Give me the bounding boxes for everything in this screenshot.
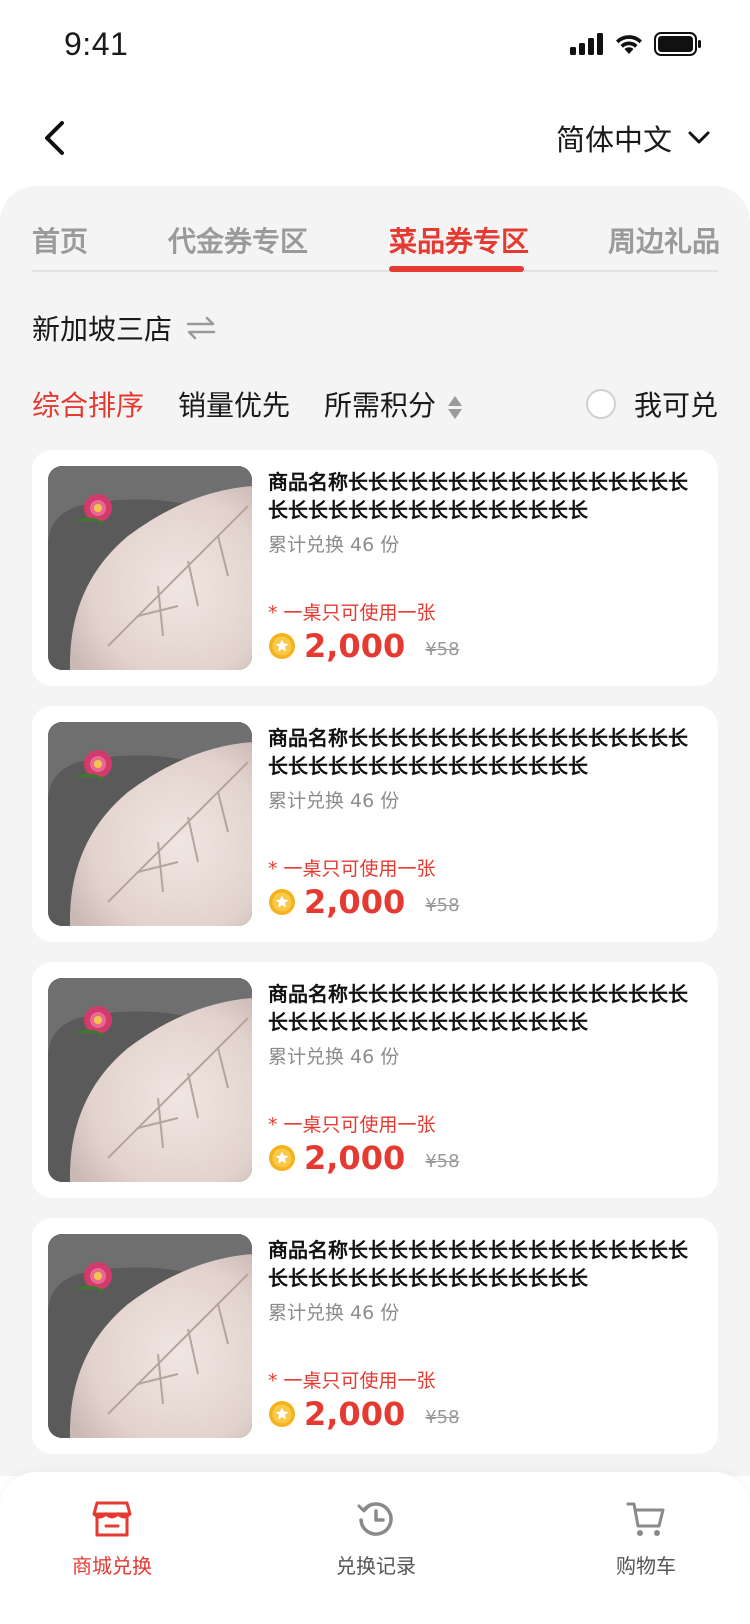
product-card[interactable]: 商品名称长长长长长长长长长长长长长长长长长长长长长长长长长长长长长长长长长 累计… (32, 1218, 718, 1454)
nav-bar: 简体中文 (0, 88, 750, 188)
sort-sales[interactable]: 销量优先 (178, 384, 290, 424)
redeemable-radio[interactable] (585, 389, 616, 419)
bottom-tab-label: 商城兑换 (72, 1554, 152, 1578)
product-sold-count: 累计兑换 46 份 (268, 790, 400, 812)
product-name: 商品名称长长长长长长长长长长长长长长长长长长长长长长长长长长长长长长长长长 (268, 1238, 688, 1290)
product-name: 商品名称长长长长长长长长长长长长长长长长长长长长长长长长长长长长长长长长长 (268, 726, 688, 778)
tab-home[interactable]: 首页 (32, 220, 88, 260)
wifi-icon (616, 35, 642, 54)
bottom-tab-label: 购物车 (616, 1554, 676, 1578)
back-button[interactable] (42, 108, 82, 168)
tab-active-indicator (389, 266, 524, 272)
product-sold-count: 累计兑换 46 份 (268, 1046, 400, 1068)
bottom-tab-shop[interactable]: 商城兑换 (32, 1500, 192, 1579)
battery-icon (654, 32, 701, 56)
product-image (48, 978, 252, 1182)
product-points: 2,000 (304, 1395, 406, 1433)
points-coin-icon (269, 1401, 295, 1427)
store-name: 新加坡三店 (32, 313, 173, 346)
cart-icon (626, 1502, 665, 1536)
product-original-price: ¥58 (425, 1150, 460, 1172)
product-name: 商品名称长长长长长长长长长长长长长长长长长长长长长长长长长长长长长长长长长 (268, 470, 688, 522)
product-card[interactable]: 商品名称长长长长长长长长长长长长长长长长长长长长长长长长长长长长长长长长长 累计… (32, 962, 718, 1198)
redeemable-label: 我可兑 (633, 389, 718, 422)
product-image (48, 722, 252, 926)
redeemable-filter[interactable]: 我可兑 (585, 376, 718, 432)
product-original-price: ¥58 (425, 894, 460, 916)
bottom-tab-label: 兑换记录 (336, 1554, 416, 1578)
signal-icon (570, 33, 603, 55)
sort-overall[interactable]: 综合排序 (32, 384, 144, 424)
tab-gifts[interactable]: 周边礼品 (608, 220, 720, 260)
product-points: 2,000 (304, 883, 406, 921)
product-card[interactable]: 商品名称长长长长长长长长长长长长长长长长长长长长长长长长长长长长长长长长长 累计… (32, 706, 718, 942)
product-points: 2,000 (304, 627, 406, 665)
status-bar: 9:41 (0, 0, 750, 88)
product-points: 2,000 (304, 1139, 406, 1177)
store-switcher[interactable]: 新加坡三店 (32, 304, 216, 352)
bottom-tab-cart[interactable]: 购物车 (566, 1500, 726, 1579)
language-selector[interactable]: 简体中文 (556, 117, 710, 159)
language-label: 简体中文 (555, 123, 672, 157)
price-row: 2,000 ¥58 (268, 1394, 460, 1434)
product-usage-limit: * 一桌只可使用一张 (268, 602, 436, 624)
category-tabs: 首页 代金券专区 菜品券专区 周边礼品 (32, 186, 720, 272)
product-image (48, 466, 252, 670)
bottom-tab-history[interactable]: 兑换记录 (296, 1500, 456, 1579)
history-icon (357, 1502, 393, 1536)
price-row: 2,000 ¥58 (268, 882, 460, 922)
chevron-down-icon (688, 131, 710, 144)
bottom-tab-bar: 商城兑换 兑换记录 购物车 (0, 1472, 750, 1624)
product-list: 商品名称长长长长长长长长长长长长长长长长长长长长长长长长长长长长长长长长长 累计… (32, 450, 718, 1474)
price-row: 2,000 ¥58 (268, 626, 460, 666)
sort-points-label: 所需积分 (324, 389, 437, 422)
points-coin-icon (269, 1145, 295, 1171)
points-coin-icon (269, 633, 295, 659)
price-row: 2,000 ¥58 (268, 1138, 460, 1178)
product-name: 商品名称长长长长长长长长长长长长长长长长长长长长长长长长长长长长长长长长长 (268, 982, 688, 1034)
product-original-price: ¥58 (425, 1406, 460, 1428)
main-panel: 首页 代金券专区 菜品券专区 周边礼品 新加坡三店 综合排序 销量优先 所需积分… (0, 186, 750, 1476)
product-usage-limit: * 一桌只可使用一张 (268, 1370, 436, 1392)
product-original-price: ¥58 (425, 638, 460, 660)
sort-arrows-icon (448, 395, 463, 419)
status-time: 9:41 (64, 25, 129, 62)
product-usage-limit: * 一桌只可使用一张 (268, 858, 436, 880)
product-usage-limit: * 一桌只可使用一张 (268, 1114, 436, 1136)
tab-cash-voucher[interactable]: 代金券专区 (168, 220, 308, 260)
product-sold-count: 累计兑换 46 份 (268, 1302, 400, 1324)
shop-icon (92, 1501, 132, 1537)
sort-points[interactable]: 所需积分 (324, 384, 463, 424)
tab-dish-voucher[interactable]: 菜品券专区 (389, 220, 529, 260)
product-card[interactable]: 商品名称长长长长长长长长长长长长长长长长长长长长长长长长长长长长长长长长长 累计… (32, 450, 718, 686)
points-coin-icon (269, 889, 295, 915)
product-sold-count: 累计兑换 46 份 (268, 534, 400, 556)
chevron-left-icon (45, 121, 64, 155)
product-image (48, 1234, 252, 1438)
swap-icon (186, 316, 216, 340)
status-icons (570, 32, 702, 56)
